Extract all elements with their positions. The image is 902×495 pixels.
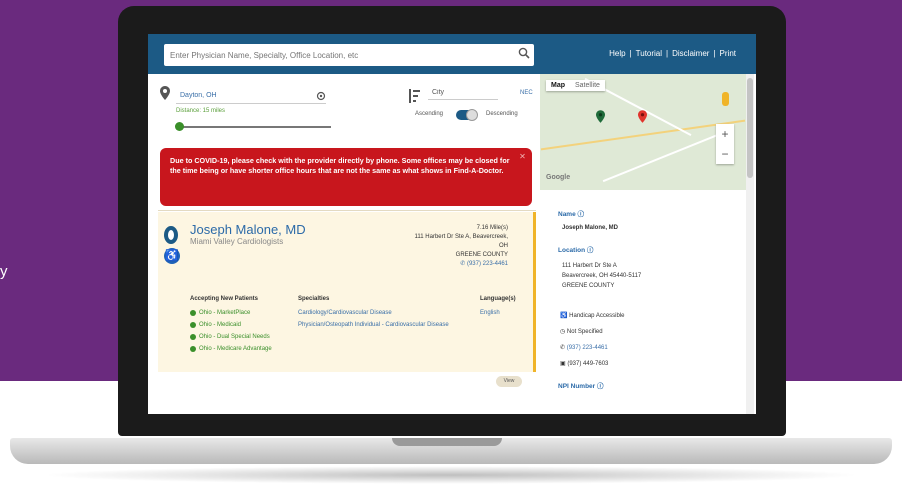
check-icon	[190, 334, 196, 340]
phone-icon: ✆	[560, 345, 566, 351]
alert-close-icon[interactable]: ✕	[518, 152, 527, 161]
descending-label: Descending	[486, 111, 518, 117]
link-separator: |	[713, 49, 716, 58]
specialty-link[interactable]: Cardiology/Cardiovascular Disease	[298, 310, 392, 316]
plan-item: Ohio - Medicaid	[190, 322, 241, 328]
sort-icon	[409, 89, 420, 103]
map-tab[interactable]: Map	[546, 80, 570, 91]
detail-name: Joseph Malone, MD	[562, 225, 619, 231]
provider-address-line2: OH	[499, 243, 508, 249]
provider-distance: 7.16 Mile(s)	[476, 225, 508, 231]
fax-row: ▣ (937) 449-7603	[560, 360, 608, 369]
check-icon	[190, 322, 196, 328]
distance-label: Distance: 15 miles	[176, 108, 226, 114]
ascending-label: Ascending	[415, 111, 444, 117]
detail-phone[interactable]: (937) 223-4461	[567, 345, 608, 351]
plan-item: Ohio - Medicare Advantage	[190, 346, 272, 352]
laptop-screen: Help | Tutorial | Disclaimer | Print Dis…	[148, 34, 756, 414]
laptop-notch	[392, 438, 502, 446]
sort-by-select[interactable]	[428, 86, 498, 100]
practice-name: Miami Valley Cardiologists	[190, 237, 284, 246]
wheelchair-icon: ♿	[560, 313, 568, 319]
check-icon	[190, 346, 196, 352]
search-input[interactable]	[164, 44, 534, 66]
detail-scrollbar-thumb[interactable]	[747, 78, 753, 178]
specialties-header: Specialties	[298, 296, 330, 302]
detail-address-line2: Beavercreek, OH 45440-5117	[562, 273, 642, 279]
fax-icon: ▣	[560, 361, 566, 367]
provider-address-line1: 111 Harbert Dr Ste A, Beavercreek,	[414, 234, 509, 240]
provider-name[interactable]: Joseph Malone, MD	[190, 222, 306, 237]
provider-address-block: 7.16 Mile(s) 111 Harbert Dr Ste A, Beave…	[368, 224, 509, 269]
detail-fax: (937) 449-7603	[567, 361, 609, 367]
info-icon[interactable]: ⓘ	[578, 211, 585, 218]
card-divider	[158, 210, 536, 211]
distance-slider-track[interactable]	[176, 126, 331, 128]
plan-label: Ohio - MarketPlace	[199, 310, 251, 316]
plan-item: Ohio - MarketPlace	[190, 310, 250, 316]
zoom-out-button[interactable]: −	[716, 144, 734, 164]
current-location-icon[interactable]	[316, 91, 326, 101]
info-icon[interactable]: ⓘ	[597, 383, 604, 390]
location-pin-icon	[160, 86, 170, 100]
name-label: Name ⓘ	[558, 208, 584, 218]
provider-phone-number[interactable]: (937) 223-4461	[467, 261, 508, 267]
plan-label: Ohio - Medicare Advantage	[199, 346, 272, 352]
location-label-text: Location	[558, 247, 586, 254]
provider-phone[interactable]: ✆ (937) 223-4461	[368, 260, 508, 269]
satellite-tab[interactable]: Satellite	[570, 80, 605, 91]
map-type-tabs: Map Satellite	[546, 80, 605, 91]
accepting-header: Accepting New Patients	[190, 296, 259, 302]
link-separator: |	[666, 49, 669, 58]
location-label: Location ⓘ	[558, 244, 593, 254]
wheelchair-icon: ♿	[164, 248, 180, 264]
street-view-pegman-icon[interactable]	[722, 92, 729, 106]
map-marker-red-icon[interactable]	[638, 110, 647, 123]
location-input[interactable]	[176, 88, 326, 104]
hours-text: Not Specified	[566, 329, 603, 335]
handicap-text: Handicap Accessible	[569, 313, 625, 319]
language-value: English	[480, 310, 500, 316]
name-label-text: Name	[558, 211, 576, 218]
print-link[interactable]: Print	[720, 49, 736, 58]
languages-header: Language(s)	[480, 296, 516, 302]
zoom-in-button[interactable]: +	[716, 124, 734, 144]
nec-link[interactable]: NEC	[520, 90, 533, 96]
map-marker-green-icon[interactable]	[596, 110, 605, 123]
help-link[interactable]: Help	[609, 49, 625, 58]
info-icon[interactable]: ⓘ	[587, 247, 594, 254]
plan-item: Ohio - Dual Special Needs	[190, 334, 270, 340]
hours-row: ◷ Not Specified	[560, 328, 603, 337]
detail-address-line1: 111 Harbert Dr Ste A	[562, 263, 617, 269]
npi-label-text: NPI Number	[558, 383, 596, 390]
clock-icon: ◷	[560, 329, 566, 335]
plan-label: Ohio - Dual Special Needs	[199, 334, 270, 340]
tutorial-link[interactable]: Tutorial	[636, 49, 662, 58]
disclaimer-link[interactable]: Disclaimer	[672, 49, 709, 58]
npi-label: NPI Number ⓘ	[558, 380, 604, 390]
covid-alert: Due to COVID-19, please check with the p…	[160, 148, 532, 206]
link-separator: |	[629, 49, 632, 58]
google-logo: Google	[546, 174, 571, 181]
map-zoom-control[interactable]: + −	[716, 124, 734, 164]
check-icon	[190, 310, 196, 316]
phone-row[interactable]: ✆ (937) 223-4461	[560, 344, 608, 353]
laptop-shadow	[40, 466, 862, 484]
search-icon[interactable]	[518, 47, 530, 59]
plan-label: Ohio - Medicaid	[199, 322, 242, 328]
sort-order-toggle-knob[interactable]	[466, 109, 478, 121]
handicap-row: ♿ Handicap Accessible	[560, 312, 625, 321]
provider-county: GREENE COUNTY	[455, 252, 508, 258]
view-button[interactable]: View	[496, 376, 522, 387]
provider-type-icon	[164, 226, 178, 244]
header-links: Help | Tutorial | Disclaimer | Print	[609, 49, 736, 58]
specialty-link[interactable]: Physician/Osteopath Individual - Cardiov…	[298, 322, 449, 328]
detail-county: GREENE COUNTY	[562, 283, 615, 289]
cropped-edge-text: y	[0, 263, 8, 280]
